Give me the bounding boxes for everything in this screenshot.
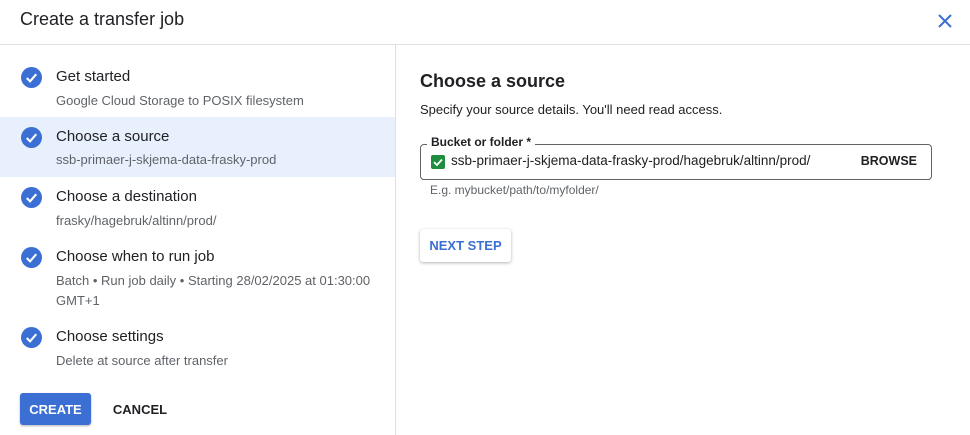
- browse-button[interactable]: BROWSE: [861, 154, 917, 168]
- create-button[interactable]: CREATE: [20, 393, 91, 425]
- dialog-header: Create a transfer job: [0, 0, 970, 45]
- step-subtitle: Google Cloud Storage to POSIX filesystem: [56, 93, 304, 108]
- next-step-button[interactable]: NEXT STEP: [420, 229, 511, 262]
- step-choose-schedule[interactable]: Choose when to run job Batch • Run job d…: [0, 225, 395, 308]
- field-hint: E.g. mybucket/path/to/myfolder/: [430, 183, 599, 197]
- step-title: Choose when to run job: [56, 248, 215, 265]
- check-circle-icon: [21, 67, 42, 88]
- bucket-field-label: Bucket or folder *: [427, 135, 536, 149]
- dialog-body: Get started Google Cloud Storage to POSI…: [0, 45, 970, 435]
- check-circle-icon: [21, 247, 42, 268]
- section-title: Choose a source: [420, 71, 566, 91]
- step-choose-destination[interactable]: Choose a destination frasky/hagebruk/alt…: [0, 165, 395, 228]
- step-title: Choose settings: [56, 328, 164, 345]
- step-choose-settings[interactable]: Choose settings Delete at source after t…: [0, 305, 395, 368]
- source-panel: Choose a source Specify your source deta…: [396, 45, 970, 435]
- step-title: Choose a destination: [56, 188, 197, 205]
- cancel-button[interactable]: CANCEL: [104, 393, 176, 425]
- check-box-icon: [431, 155, 445, 169]
- bucket-field[interactable]: Bucket or folder * ssb-primaer-j-skjema-…: [420, 135, 932, 180]
- close-icon[interactable]: [937, 13, 953, 29]
- step-title: Choose a source: [56, 128, 170, 145]
- close-button[interactable]: [932, 8, 958, 34]
- check-circle-icon: [21, 327, 42, 348]
- step-subtitle: Delete at source after transfer: [56, 353, 228, 368]
- dialog-title: Create a transfer job: [20, 9, 185, 29]
- stepper-panel: Get started Google Cloud Storage to POSI…: [0, 45, 396, 435]
- step-get-started[interactable]: Get started Google Cloud Storage to POSI…: [0, 45, 395, 108]
- bucket-input[interactable]: ssb-primaer-j-skjema-data-frasky-prod/ha…: [451, 153, 810, 168]
- check-circle-icon: [21, 127, 42, 148]
- check-circle-icon: [21, 187, 42, 208]
- section-description: Specify your source details. You'll need…: [420, 102, 723, 117]
- step-title: Get started: [56, 68, 131, 85]
